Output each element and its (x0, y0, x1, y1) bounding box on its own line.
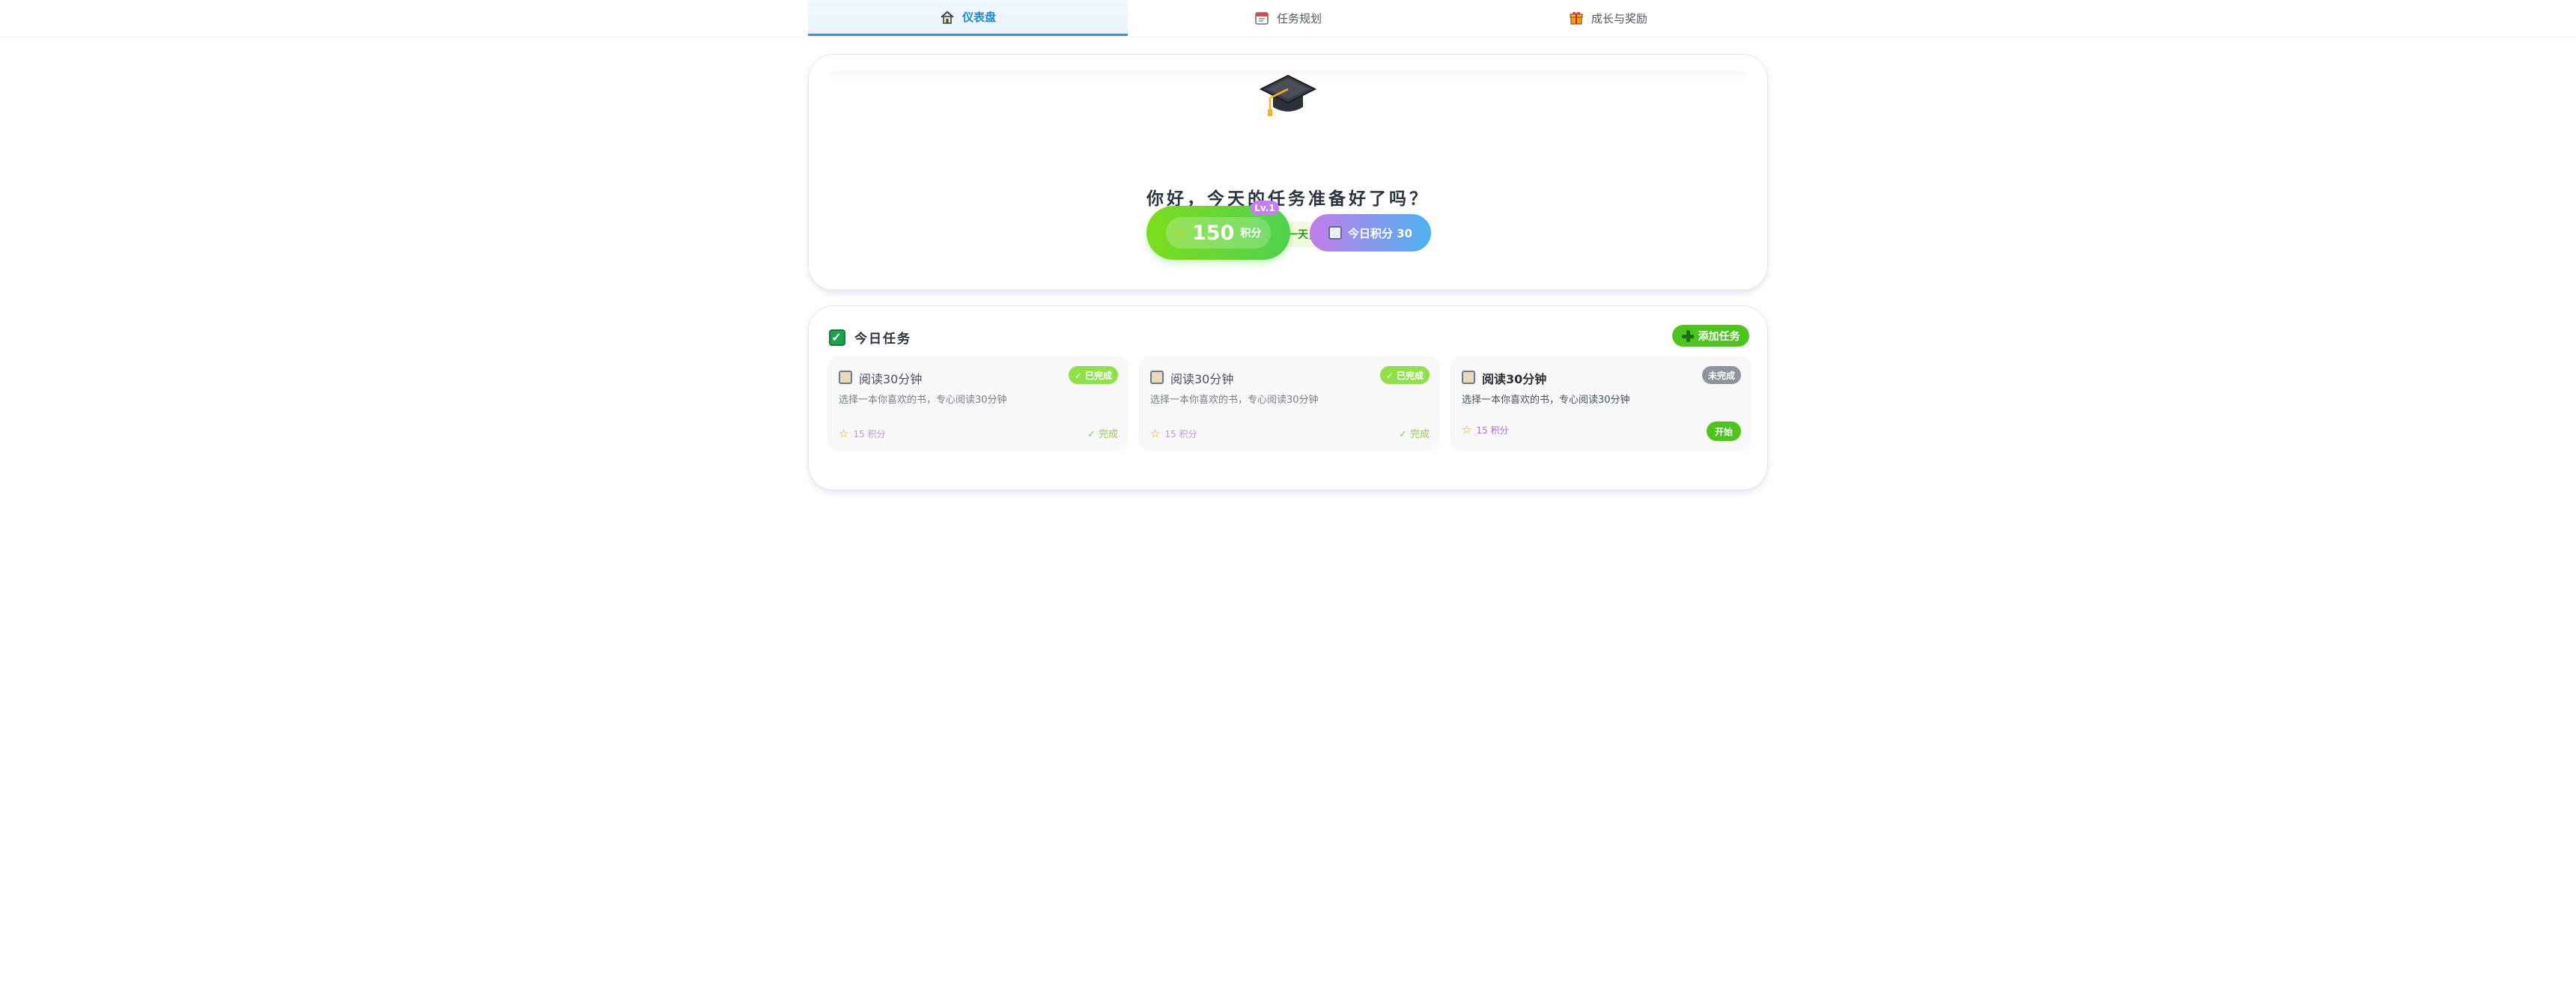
book-icon (1150, 371, 1164, 384)
graduation-cap-icon (1259, 74, 1317, 116)
tab-label: 仪表盘 (962, 10, 997, 24)
today-points-label: 今日积分 30 (1347, 226, 1413, 240)
level-badge: Lv.1 (1251, 201, 1279, 216)
home-icon (941, 10, 954, 24)
status-badge: ✓ 已完成 (1379, 366, 1430, 384)
tab-dashboard[interactable]: 仪表盘 (808, 0, 1128, 36)
star-icon: ☆ (1150, 427, 1161, 440)
add-task-button[interactable]: 添加任务 (1672, 325, 1749, 347)
tasks-title: 今日任务 (854, 332, 911, 347)
task-points-label: 15 积分 (1476, 424, 1509, 436)
total-points-value: 150 (1191, 221, 1235, 245)
completed-label: ✓ 完成 (1087, 429, 1118, 440)
task-description: 选择一本你喜欢的书，专心阅读30分钟 (839, 395, 1007, 406)
welcome-card: 你好，今天的任务准备好了吗？ 早上好！新的一天，新的开始！ ☆ 150 积分 L… (808, 54, 1768, 290)
today-tasks-card: ✓ 今日任务 添加任务 阅读30分钟 ✓ 已完成 选择一本你喜欢的书，专心阅读3… (808, 305, 1768, 490)
task-card[interactable]: 阅读30分钟 ✓ 已完成 选择一本你喜欢的书，专心阅读30分钟 ☆ 15 积分 … (827, 356, 1128, 451)
page-title: 你好，今天的任务准备好了吗？ (1146, 189, 1430, 209)
tab-task-planning[interactable]: 任务规划 (1128, 0, 1448, 36)
task-points: ☆ 15 积分 (1462, 423, 1509, 436)
star-icon: ☆ (839, 427, 849, 440)
tab-growth-rewards[interactable]: 成长与奖励 (1448, 0, 1768, 36)
task-description: 选择一本你喜欢的书，专心阅读30分钟 (1150, 395, 1319, 406)
nav-tabs: 仪表盘 任务规划 成长与奖励 (808, 0, 1768, 36)
book-icon (1328, 226, 1342, 240)
tab-label: 任务规划 (1276, 11, 1322, 25)
book-icon (1462, 371, 1475, 384)
gift-icon (1570, 12, 1583, 25)
calendar-icon (1255, 12, 1269, 25)
task-title: 阅读30分钟 (859, 372, 923, 386)
checkbox-icon: ✓ (829, 329, 845, 346)
status-badge: ✓ 已完成 (1068, 366, 1118, 384)
top-navigation: 仪表盘 任务规划 成长与奖励 (0, 0, 2576, 37)
task-points: ☆ 15 积分 (1150, 427, 1197, 440)
tasks-header: ✓ 今日任务 (829, 328, 911, 347)
star-icon: ☆ (1462, 423, 1472, 436)
points-unit: 积分 (1240, 228, 1262, 240)
task-card[interactable]: 阅读30分钟 ✓ 已完成 选择一本你喜欢的书，专心阅读30分钟 ☆ 15 积分 … (1139, 356, 1440, 451)
task-points: ☆ 15 积分 (839, 427, 886, 440)
tab-label: 成长与奖励 (1591, 11, 1647, 25)
task-points-label: 15 积分 (853, 428, 886, 439)
book-icon (839, 371, 852, 384)
plus-icon (1681, 329, 1694, 342)
task-card[interactable]: 阅读30分钟 未完成 选择一本你喜欢的书，专心阅读30分钟 ☆ 15 积分 开始 (1450, 356, 1752, 451)
star-icon: ☆ (1175, 225, 1186, 240)
start-task-button[interactable]: 开始 (1707, 421, 1741, 441)
status-badge: 未完成 (1701, 366, 1741, 384)
completed-label: ✓ 完成 (1398, 429, 1430, 440)
task-points-label: 15 积分 (1164, 428, 1197, 439)
add-task-label: 添加任务 (1698, 330, 1740, 343)
task-description: 选择一本你喜欢的书，专心阅读30分钟 (1462, 395, 1630, 406)
today-points-pill: 今日积分 30 (1310, 214, 1431, 252)
points-display: ☆ 150 积分 (1166, 217, 1271, 249)
task-title: 阅读30分钟 (1482, 372, 1547, 386)
task-title: 阅读30分钟 (1170, 372, 1234, 386)
